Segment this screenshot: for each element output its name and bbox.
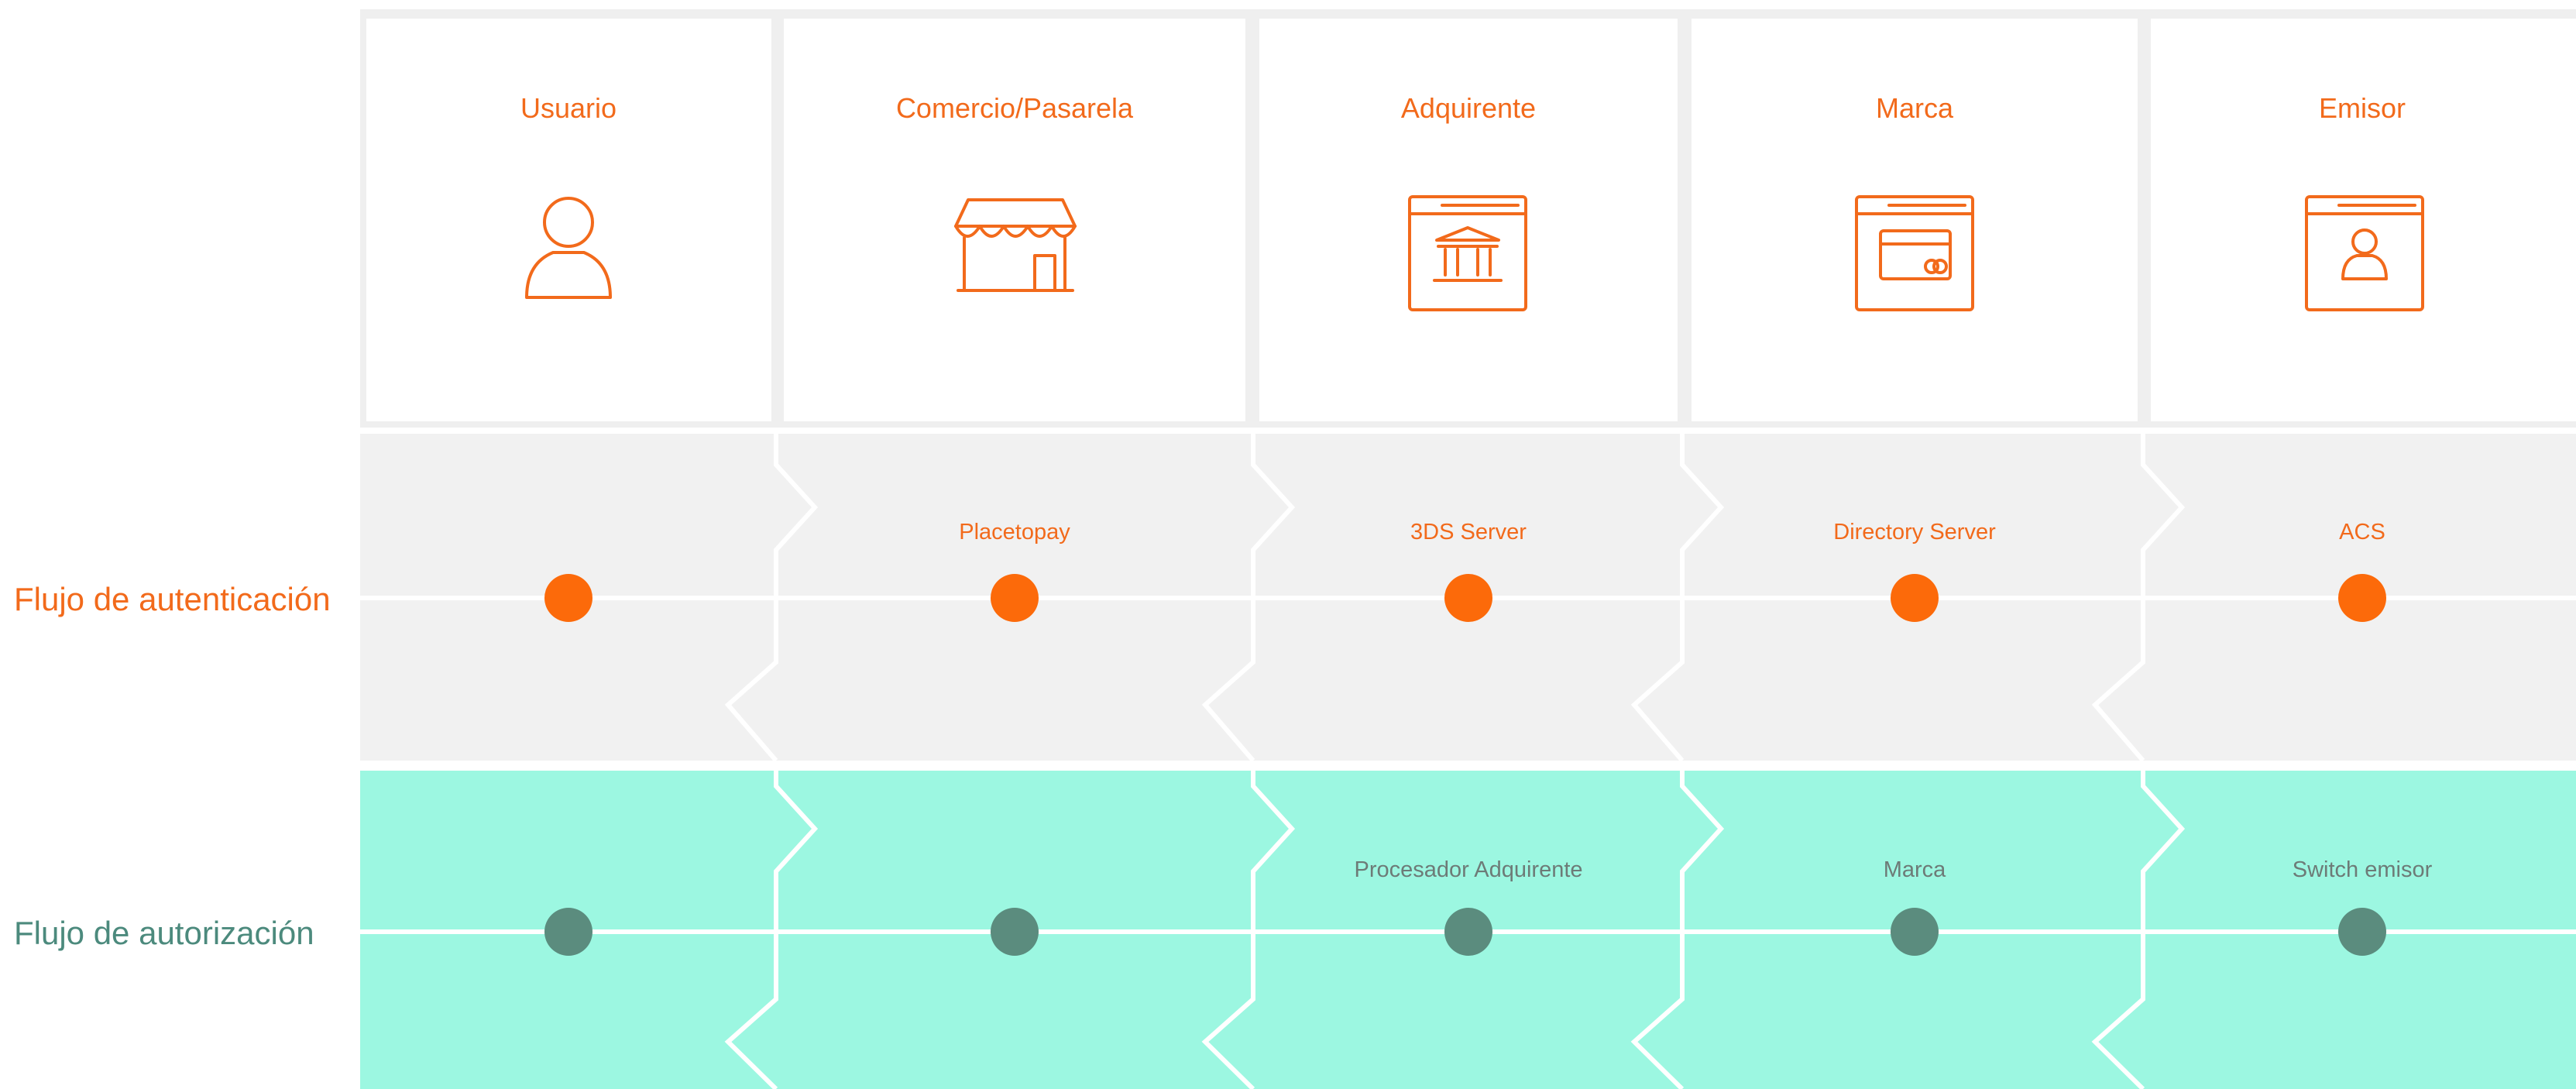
autz-node-comercio: [991, 908, 1039, 956]
node-label-directory-server: Directory Server: [1833, 520, 1996, 544]
node-label-marca: Marca: [1884, 857, 1946, 882]
autz-node-adquirente: [1444, 908, 1492, 956]
auth-node-usuario: [544, 574, 592, 622]
auth-node-emisor: [2338, 574, 2386, 622]
auth-node-marca: [1891, 574, 1939, 622]
column-card: [1692, 19, 2138, 421]
column-emisor: Emisor: [2151, 19, 2576, 421]
column-title: Marca: [1876, 92, 1954, 124]
autz-node-usuario: [544, 908, 592, 956]
authentication-flow-label: Flujo de autenticación: [14, 581, 331, 617]
node-label-switch-emisor: Switch emisor: [2293, 857, 2433, 882]
column-card: [1259, 19, 1678, 421]
auth-node-adquirente: [1444, 574, 1492, 622]
column-card: [2151, 19, 2576, 421]
node-label-acs: ACS: [2339, 520, 2385, 544]
auth-node-comercio: [991, 574, 1039, 622]
node-label-3ds-server: 3DS Server: [1410, 520, 1527, 544]
column-comercio-pasarela: Comercio/Pasarela: [784, 19, 1245, 421]
column-marca: Marca: [1692, 19, 2138, 421]
autz-node-emisor: [2338, 908, 2386, 956]
column-title: Comercio/Pasarela: [896, 92, 1134, 124]
autz-node-marca: [1891, 908, 1939, 956]
column-title: Emisor: [2319, 92, 2406, 124]
column-usuario: Usuario: [366, 19, 771, 421]
node-label-placetopay: Placetopay: [959, 520, 1070, 544]
payment-flow-diagram: Usuario Comercio/Pasarela Adquirente Mar…: [14, 9, 2576, 1089]
column-card: [366, 19, 771, 421]
node-label-procesador-adquirente: Procesador Adquirente: [1354, 857, 1582, 882]
column-adquirente: Adquirente: [1259, 19, 1678, 421]
authorization-flow-label: Flujo de autorización: [14, 915, 314, 951]
column-title: Usuario: [520, 92, 617, 124]
column-title: Adquirente: [1401, 92, 1536, 124]
column-card: [784, 19, 1245, 421]
